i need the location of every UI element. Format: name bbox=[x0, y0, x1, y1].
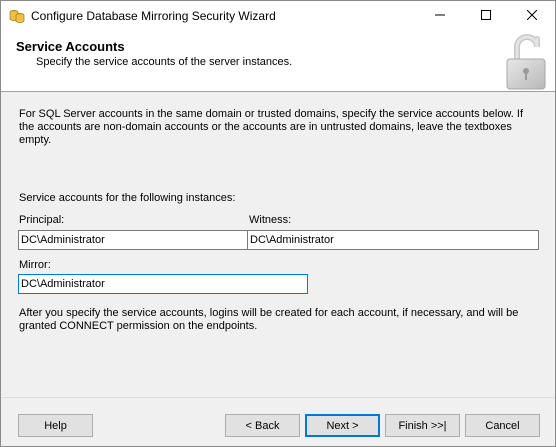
wizard-window: Configure Database Mirroring Security Wi… bbox=[0, 0, 556, 447]
back-button[interactable]: < Back bbox=[225, 414, 300, 437]
mirror-account-input[interactable] bbox=[18, 274, 308, 294]
minimize-icon bbox=[435, 10, 445, 23]
footer-divider bbox=[1, 397, 555, 398]
principal-label: Principal: bbox=[19, 214, 65, 226]
maximize-button[interactable] bbox=[463, 1, 509, 31]
maximize-icon bbox=[481, 9, 491, 23]
mirror-label: Mirror: bbox=[19, 259, 51, 271]
padlock-icon bbox=[497, 31, 553, 91]
cancel-button[interactable]: Cancel bbox=[465, 414, 540, 437]
witness-account-input[interactable] bbox=[247, 230, 539, 250]
help-button[interactable]: Help bbox=[18, 414, 93, 437]
finish-button[interactable]: Finish >>| bbox=[385, 414, 460, 437]
minimize-button[interactable] bbox=[417, 1, 463, 31]
page-subtitle: Specify the service accounts of the serv… bbox=[36, 56, 293, 68]
note-text: After you specify the service accounts, … bbox=[19, 307, 519, 332]
wizard-header: Service Accounts Specify the service acc… bbox=[1, 31, 555, 92]
title-bar: Configure Database Mirroring Security Wi… bbox=[1, 1, 555, 31]
principal-account-input[interactable] bbox=[18, 230, 248, 250]
page-title: Service Accounts bbox=[16, 39, 125, 54]
next-button[interactable]: Next > bbox=[305, 414, 380, 437]
close-icon bbox=[526, 9, 538, 23]
database-icon bbox=[9, 8, 25, 24]
service-accounts-label: Service accounts for the following insta… bbox=[19, 192, 236, 204]
witness-label: Witness: bbox=[249, 214, 292, 226]
close-button[interactable] bbox=[509, 1, 555, 31]
description-text: For SQL Server accounts in the same doma… bbox=[19, 108, 523, 146]
window-title: Configure Database Mirroring Security Wi… bbox=[31, 9, 276, 23]
